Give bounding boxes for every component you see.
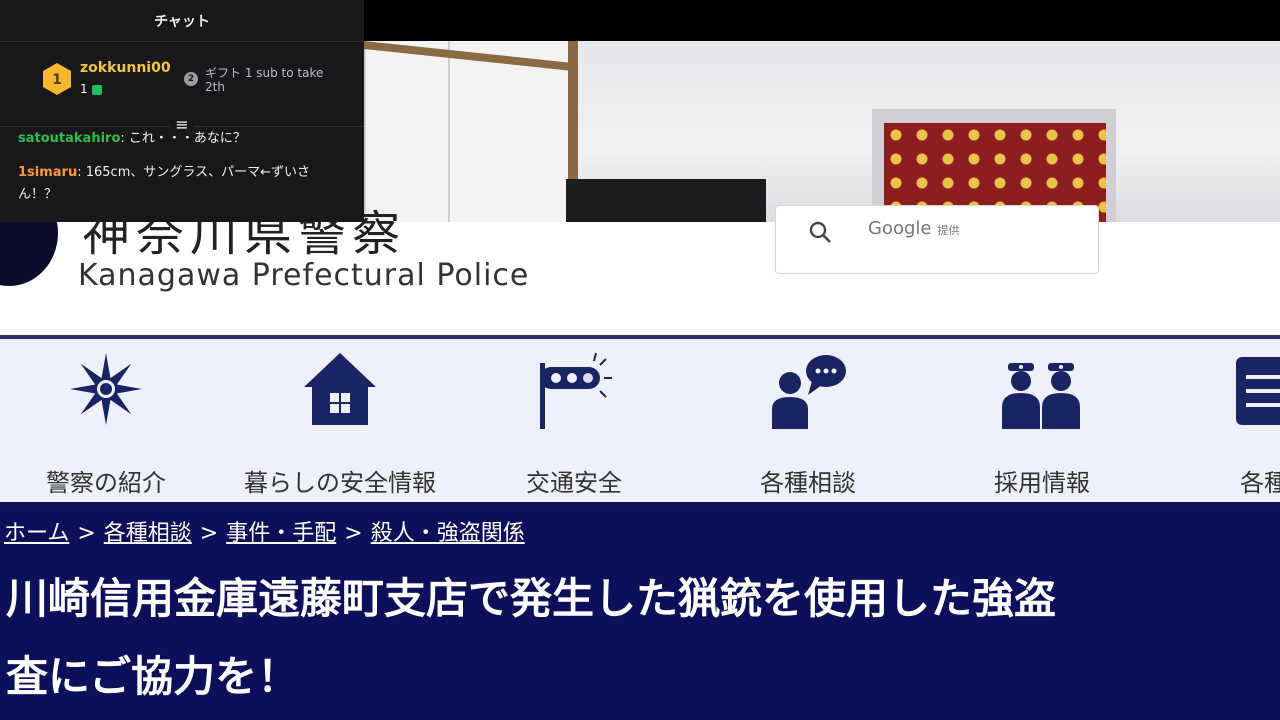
chat-username[interactable]: 1simaru <box>18 165 77 180</box>
rank-1-badge-icon: 1 <box>43 63 71 95</box>
gift-leader-username[interactable]: zokkunni00 <box>80 60 171 76</box>
nav-item-various[interactable]: 各種手 <box>1176 339 1280 502</box>
webcam-feed <box>364 41 1280 222</box>
nav-item-police-intro[interactable]: 警察の紹介 <box>6 339 206 502</box>
gift-icon <box>91 84 102 95</box>
consultation-icon <box>772 355 846 429</box>
nav-label: 交通安全 <box>526 469 622 497</box>
nav-label: 各種手 <box>1240 469 1280 497</box>
nav-item-traffic-safety[interactable]: 交通安全 <box>474 339 674 502</box>
traffic-light-icon <box>540 352 612 429</box>
nav-item-consultation[interactable]: 各種相談 <box>708 339 908 502</box>
list-icon <box>1236 357 1280 425</box>
gift-count: 1 <box>80 82 102 96</box>
search-input[interactable]: Google 提供 <box>775 205 1099 274</box>
breadcrumb: ホーム > 各種相談 > 事件・手配 > 殺人・強盗関係 <box>4 521 525 546</box>
scroll-to-bottom-button[interactable]: ≡ <box>170 116 194 136</box>
site-title-en[interactable]: Kanagawa Prefectural Police <box>78 258 529 293</box>
police-emblem-icon <box>70 353 142 425</box>
nav-label: 警察の紹介 <box>46 469 166 497</box>
nav-label: 暮らしの安全情報 <box>244 469 436 497</box>
breadcrumb-incidents[interactable]: 事件・手配 <box>226 521 336 546</box>
breadcrumb-murder-robbery[interactable]: 殺人・強盗関係 <box>371 521 525 546</box>
breadcrumb-home[interactable]: ホーム <box>4 521 69 546</box>
article-heading: ホーム > 各種相談 > 事件・手配 > 殺人・強盗関係 川崎信用金庫遠藤町支店で発生した猟… <box>0 505 1280 720</box>
nav-label: 採用情報 <box>994 469 1090 497</box>
stream-letterbox <box>364 0 1280 41</box>
police-officers-icon <box>1002 363 1080 429</box>
tv <box>566 179 766 222</box>
page-title: 川崎信用金庫遠藤町支店で発生した猟銃を使用した強盗 査にご協力を！ <box>6 574 1057 701</box>
svg-text:1: 1 <box>52 72 62 88</box>
chat-panel: チャット 1 zokkunni00 1 2 ギフト 1 sub to take … <box>0 0 364 222</box>
breadcrumb-consultation[interactable]: 各種相談 <box>104 521 192 546</box>
search-icon[interactable] <box>808 220 832 244</box>
main-nav: 警察の紹介 暮らしの安全情報 交通安全 各種相談 採用情報 各種 <box>0 339 1280 505</box>
gift-promo-text: ギフト 1 sub to take 2th <box>205 66 324 94</box>
nav-label: 各種相談 <box>760 469 856 497</box>
house-icon <box>304 353 376 425</box>
chat-username[interactable]: satoutakahiro <box>18 131 120 146</box>
chat-message: 1simaru: 165cm、サングラス、パーマ←ずいさん！？ <box>18 162 348 206</box>
chat-title: チャット <box>0 0 364 42</box>
nav-item-safety-info[interactable]: 暮らしの安全情報 <box>240 339 440 502</box>
rank-2-badge: 2 <box>184 72 198 86</box>
search-placeholder: Google 提供 <box>868 218 960 239</box>
nav-item-recruitment[interactable]: 採用情報 <box>942 339 1142 502</box>
